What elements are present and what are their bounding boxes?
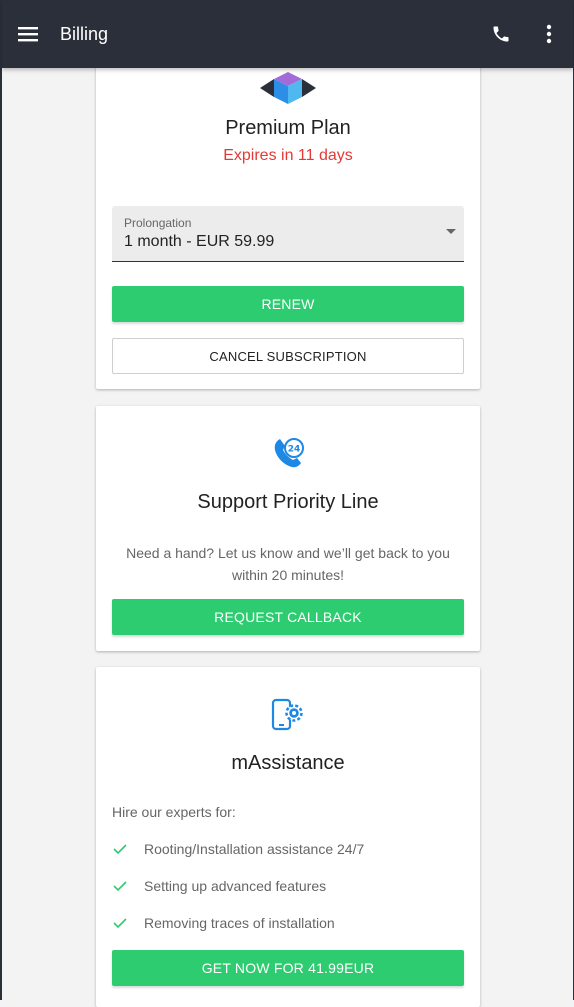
- get-now-button[interactable]: GET NOW FOR 41.99EUR: [112, 950, 464, 986]
- plan-title: Premium Plan: [225, 117, 351, 139]
- feature-label: Setting up advanced features: [144, 878, 327, 894]
- list-item: Removing traces of installation: [112, 915, 364, 952]
- feature-label: Removing traces of installation: [144, 915, 335, 931]
- prolongation-value: 1 month - EUR 59.99: [124, 233, 275, 250]
- support-priority-card: 24 Support Priority Line Need a hand? Le…: [96, 406, 480, 651]
- prolongation-select[interactable]: Prolongation 1 month - EUR 59.99: [112, 206, 464, 262]
- support-24-phone-icon: 24: [272, 436, 306, 470]
- prolongation-label: Prolongation: [124, 216, 192, 230]
- check-icon: [112, 915, 128, 931]
- massistance-intro: Hire our experts for:: [112, 804, 236, 820]
- check-icon: [112, 878, 128, 894]
- window-frame-left: [0, 0, 2, 1000]
- svg-text:24: 24: [288, 445, 301, 455]
- massistance-feature-list: Rooting/Installation assistance 24/7 Set…: [112, 841, 364, 952]
- request-callback-button[interactable]: REQUEST CALLBACK: [112, 599, 464, 635]
- cancel-subscription-button[interactable]: CANCEL SUBSCRIPTION: [112, 338, 464, 374]
- premium-plan-cube-icon: [260, 70, 316, 106]
- massistance-card: mAssistance Hire our experts for: Rootin…: [96, 667, 480, 1007]
- app-bar: Billing: [2, 0, 573, 68]
- support-title: Support Priority Line: [197, 491, 379, 513]
- renew-button[interactable]: RENEW: [112, 286, 464, 322]
- phone-icon[interactable]: [489, 22, 513, 46]
- mobile-settings-icon: [270, 697, 306, 733]
- check-icon: [112, 841, 128, 857]
- massistance-title: mAssistance: [231, 752, 345, 774]
- hamburger-menu-icon[interactable]: [16, 22, 40, 46]
- page-title: Billing: [60, 23, 109, 44]
- list-item: Rooting/Installation assistance 24/7: [112, 841, 364, 878]
- support-description: Need a hand? Let us know and we’ll get b…: [126, 545, 450, 583]
- dropdown-arrow-icon: [446, 229, 456, 234]
- feature-label: Rooting/Installation assistance 24/7: [144, 841, 365, 857]
- premium-plan-card: Premium Plan Expires in 11 days Prolonga…: [96, 40, 480, 389]
- list-item: Setting up advanced features: [112, 878, 364, 915]
- plan-expiry-text: Expires in 11 days: [223, 147, 353, 164]
- more-vert-icon[interactable]: [537, 22, 561, 46]
